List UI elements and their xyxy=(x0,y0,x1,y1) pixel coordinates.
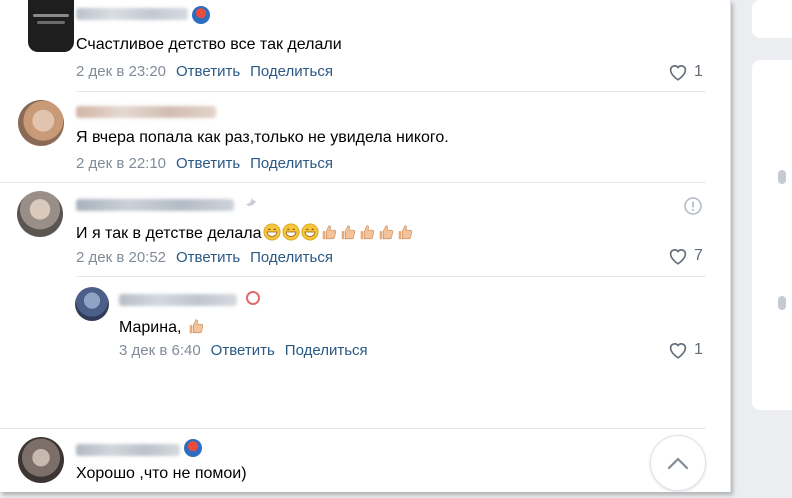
thumbs-up-emoji xyxy=(322,225,336,240)
like-button[interactable]: 7 xyxy=(668,247,703,265)
share-button[interactable]: Поделиться xyxy=(285,342,368,359)
comment: Хорошо ,что не помои) xyxy=(0,429,730,492)
scroll-up-button[interactable] xyxy=(650,435,706,491)
comment-text: Хорошо ,что не помои) xyxy=(76,465,247,482)
grinning-face-emoji xyxy=(262,223,281,241)
heart-outline-icon xyxy=(669,343,687,359)
thumbs-up-emoji xyxy=(341,225,355,240)
reply-button[interactable]: Ответить xyxy=(211,342,275,359)
thumbs-up-emoji xyxy=(398,225,412,240)
comment-meta: 3 дек в 6:40 Ответить Поделиться xyxy=(119,342,368,360)
like-button[interactable]: 1 xyxy=(668,341,703,359)
comment: Я вчера попала как раз,только не увидела… xyxy=(0,92,730,182)
thumbs-up-emoji xyxy=(360,225,374,240)
comment-meta: 2 дек в 22:10 Ответить Поделиться xyxy=(76,155,333,173)
heart-outline-icon xyxy=(669,65,687,81)
comment-meta: 2 дек в 23:20 Ответить Поделиться xyxy=(76,63,333,81)
exclamation-circle-icon[interactable] xyxy=(684,197,702,215)
thumbs-up-emoji xyxy=(189,319,203,334)
avatar[interactable] xyxy=(18,437,64,483)
comment-text-content: И я так в детстве делала xyxy=(76,225,262,242)
chevron-up-icon xyxy=(667,457,689,470)
author-badge-icon xyxy=(184,439,202,457)
grinning-face-emoji xyxy=(300,223,319,241)
share-button[interactable]: Поделиться xyxy=(250,63,333,80)
share-button[interactable]: Поделиться xyxy=(250,155,333,172)
avatar[interactable] xyxy=(18,100,64,146)
comment: Счастливое детство все так делали 2 дек … xyxy=(0,0,730,90)
like-count: 7 xyxy=(694,247,703,264)
author-name[interactable] xyxy=(76,8,188,20)
comment-date[interactable]: 2 дек в 20:52 xyxy=(76,249,166,266)
comment-meta: 2 дек в 20:52 Ответить Поделиться xyxy=(76,249,333,267)
reply-button[interactable]: Ответить xyxy=(176,249,240,266)
reply-button[interactable]: Ответить xyxy=(176,155,240,172)
comment-text: Я вчера попала как раз,только не увидела… xyxy=(76,129,449,146)
share-button[interactable]: Поделиться xyxy=(250,249,333,266)
author-name[interactable] xyxy=(76,444,180,456)
comment-date[interactable]: 3 дек в 6:40 xyxy=(119,342,201,359)
thumbs-up-emoji xyxy=(379,225,393,240)
heart-outline-icon xyxy=(669,249,687,265)
author-name[interactable] xyxy=(76,106,216,118)
comment-date[interactable]: 2 дек в 23:20 xyxy=(76,63,166,80)
like-count: 1 xyxy=(694,341,703,358)
like-count: 1 xyxy=(694,63,703,80)
comment-text: Марина, xyxy=(119,317,205,338)
reply-button[interactable]: Ответить xyxy=(176,63,240,80)
dove-icon xyxy=(244,195,258,209)
author-name[interactable] xyxy=(76,199,234,211)
like-button[interactable]: 1 xyxy=(668,63,703,81)
comment-text: И я так в детстве делала xyxy=(76,223,414,244)
side-indicator xyxy=(778,296,786,310)
comment-text-content: Марина, xyxy=(119,319,182,336)
comment-date[interactable]: 2 дек в 22:10 xyxy=(76,155,166,172)
comment-text: Счастливое детство все так делали xyxy=(76,36,342,53)
comment: И я так в детстве делала 2 дек в 20:52 От… xyxy=(0,183,730,283)
author-badge-icon xyxy=(192,6,210,24)
avatar[interactable] xyxy=(17,191,63,237)
comments-panel: Счастливое детство все так делали 2 дек … xyxy=(0,0,731,492)
avatar[interactable] xyxy=(75,287,109,321)
grinning-face-emoji xyxy=(281,223,300,241)
right-panel-card-top xyxy=(752,0,792,38)
reply-comment: Марина, 3 дек в 6:40 Ответить Поделиться 1 xyxy=(0,277,730,367)
avatar[interactable] xyxy=(28,0,74,52)
side-indicator xyxy=(778,170,786,184)
ball-icon xyxy=(246,291,260,305)
right-panel-card xyxy=(752,60,792,410)
author-name[interactable] xyxy=(119,294,237,306)
